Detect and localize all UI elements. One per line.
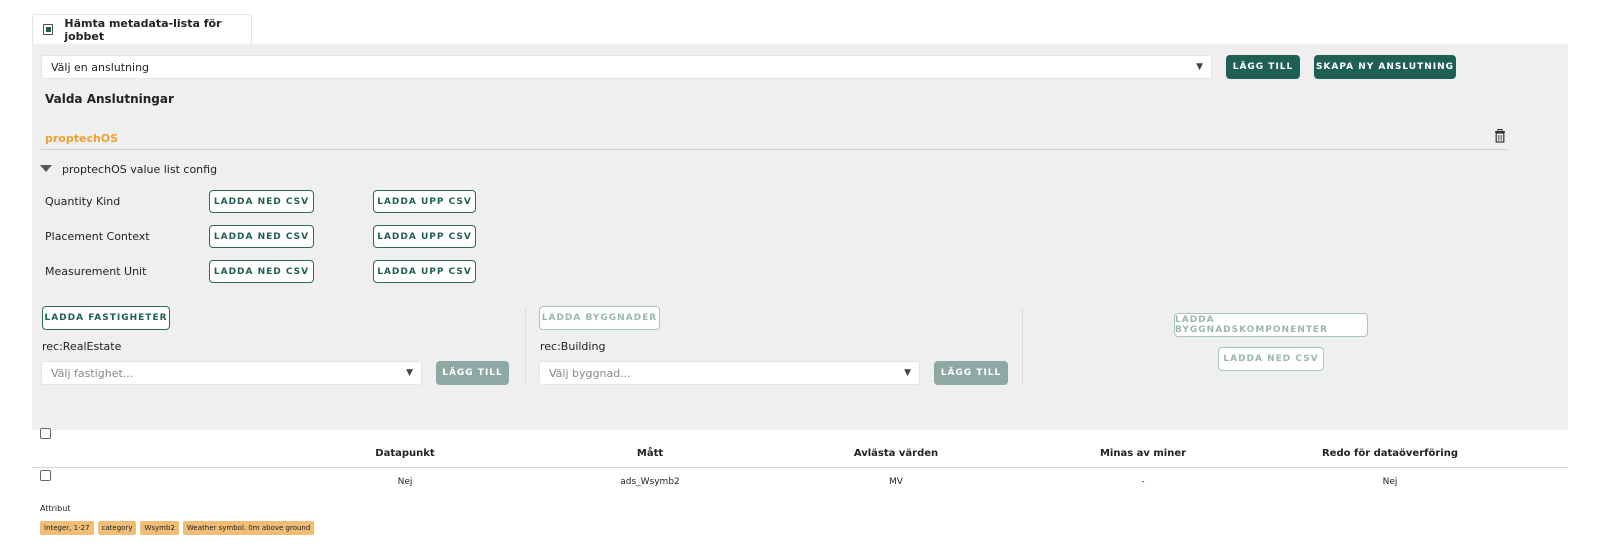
attribute-tag: Weather symbol. 0m above ground: [182, 521, 315, 535]
datapoint-table: Datapunkt Mått Avlästa värden Minas av m…: [32, 428, 1568, 547]
add-connection-button[interactable]: LÄGG TILL: [1226, 55, 1300, 79]
download-csv-button[interactable]: LADDA NED CSV: [209, 225, 314, 248]
chevron-down-icon: ▼: [904, 368, 911, 378]
column-divider: [525, 308, 526, 384]
table-cell: MV: [889, 477, 903, 487]
column-header[interactable]: Mått: [637, 448, 663, 459]
caret-down-icon[interactable]: [40, 165, 52, 172]
connection-select-value: Välj en anslutning: [51, 60, 150, 74]
building-placeholder: Välj byggnad...: [549, 366, 631, 380]
chevron-down-icon: ▼: [406, 368, 413, 378]
attribute-label: Attribut: [40, 504, 71, 513]
tab-checkbox[interactable]: [43, 24, 54, 35]
column-divider: [1022, 308, 1023, 384]
header-divider: [32, 467, 1568, 468]
metadata-tab[interactable]: Hämta metadata-lista för jobbet: [32, 14, 252, 44]
config-row-label: Measurement Unit: [45, 265, 147, 278]
column-header[interactable]: Avlästa värden: [854, 448, 938, 459]
create-connection-button[interactable]: SKAPA NY ANSLUTNING: [1314, 55, 1456, 79]
divider: [41, 149, 1507, 150]
row-checkbox[interactable]: [40, 470, 51, 481]
column-header[interactable]: Minas av miner: [1100, 448, 1186, 459]
download-csv-button[interactable]: LADDA NED CSV: [209, 190, 314, 213]
add-real-estate-button[interactable]: LÄGG TILL: [436, 361, 509, 385]
building-select[interactable]: Välj byggnad... ▼: [539, 361, 920, 385]
connection-name: proptechOS: [45, 132, 119, 145]
column-header[interactable]: Redo för dataöverföring: [1322, 448, 1458, 459]
attribute-tag: Integer, 1-27: [40, 521, 94, 535]
table-cell: Nej: [1382, 477, 1398, 487]
chevron-down-icon: ▼: [1196, 62, 1203, 72]
column-header[interactable]: Datapunkt: [375, 448, 434, 459]
real-estate-placeholder: Välj fastighet...: [51, 366, 134, 380]
selected-connections-heading: Valda Anslutningar: [45, 92, 174, 106]
connection-select[interactable]: Välj en anslutning ▼: [41, 55, 1212, 79]
attribute-tag: Wsymb2: [140, 521, 179, 535]
real-estate-select[interactable]: Välj fastighet... ▼: [41, 361, 422, 385]
trash-icon[interactable]: [1494, 129, 1506, 143]
metadata-panel: Välj en anslutning ▼ LÄGG TILL SKAPA NY …: [32, 44, 1568, 430]
load-building-components-button[interactable]: LADDA BYGGNADSKOMPONENTER: [1174, 313, 1368, 337]
add-building-button[interactable]: LÄGG TILL: [934, 361, 1008, 385]
table-cell: Nej: [397, 477, 413, 487]
building-type-label: rec:Building: [540, 340, 606, 353]
select-all-checkbox[interactable]: [40, 428, 51, 439]
table-cell: ads_Wsymb2: [620, 477, 680, 487]
attribute-tags: Integer, 1-27 category Wsymb2 Weather symbo…: [40, 515, 318, 535]
table-cell: -: [1141, 477, 1145, 487]
load-real-estates-button[interactable]: LADDA FASTIGHETER: [42, 306, 170, 330]
upload-csv-button[interactable]: LADDA UPP CSV: [373, 190, 476, 213]
upload-csv-button[interactable]: LADDA UPP CSV: [373, 260, 476, 283]
config-title[interactable]: proptechOS value list config: [62, 163, 217, 176]
tab-label: Hämta metadata-lista för jobbet: [64, 16, 222, 43]
download-components-csv-button[interactable]: LADDA NED CSV: [1218, 347, 1324, 371]
config-row-label: Quantity Kind: [45, 195, 121, 208]
config-row-label: Placement Context: [45, 230, 150, 243]
attribute-tag: category: [97, 521, 137, 535]
real-estate-type-label: rec:RealEstate: [42, 340, 122, 353]
upload-csv-button[interactable]: LADDA UPP CSV: [373, 225, 476, 248]
load-buildings-button[interactable]: LADDA BYGGNADER: [539, 306, 660, 330]
download-csv-button[interactable]: LADDA NED CSV: [209, 260, 314, 283]
